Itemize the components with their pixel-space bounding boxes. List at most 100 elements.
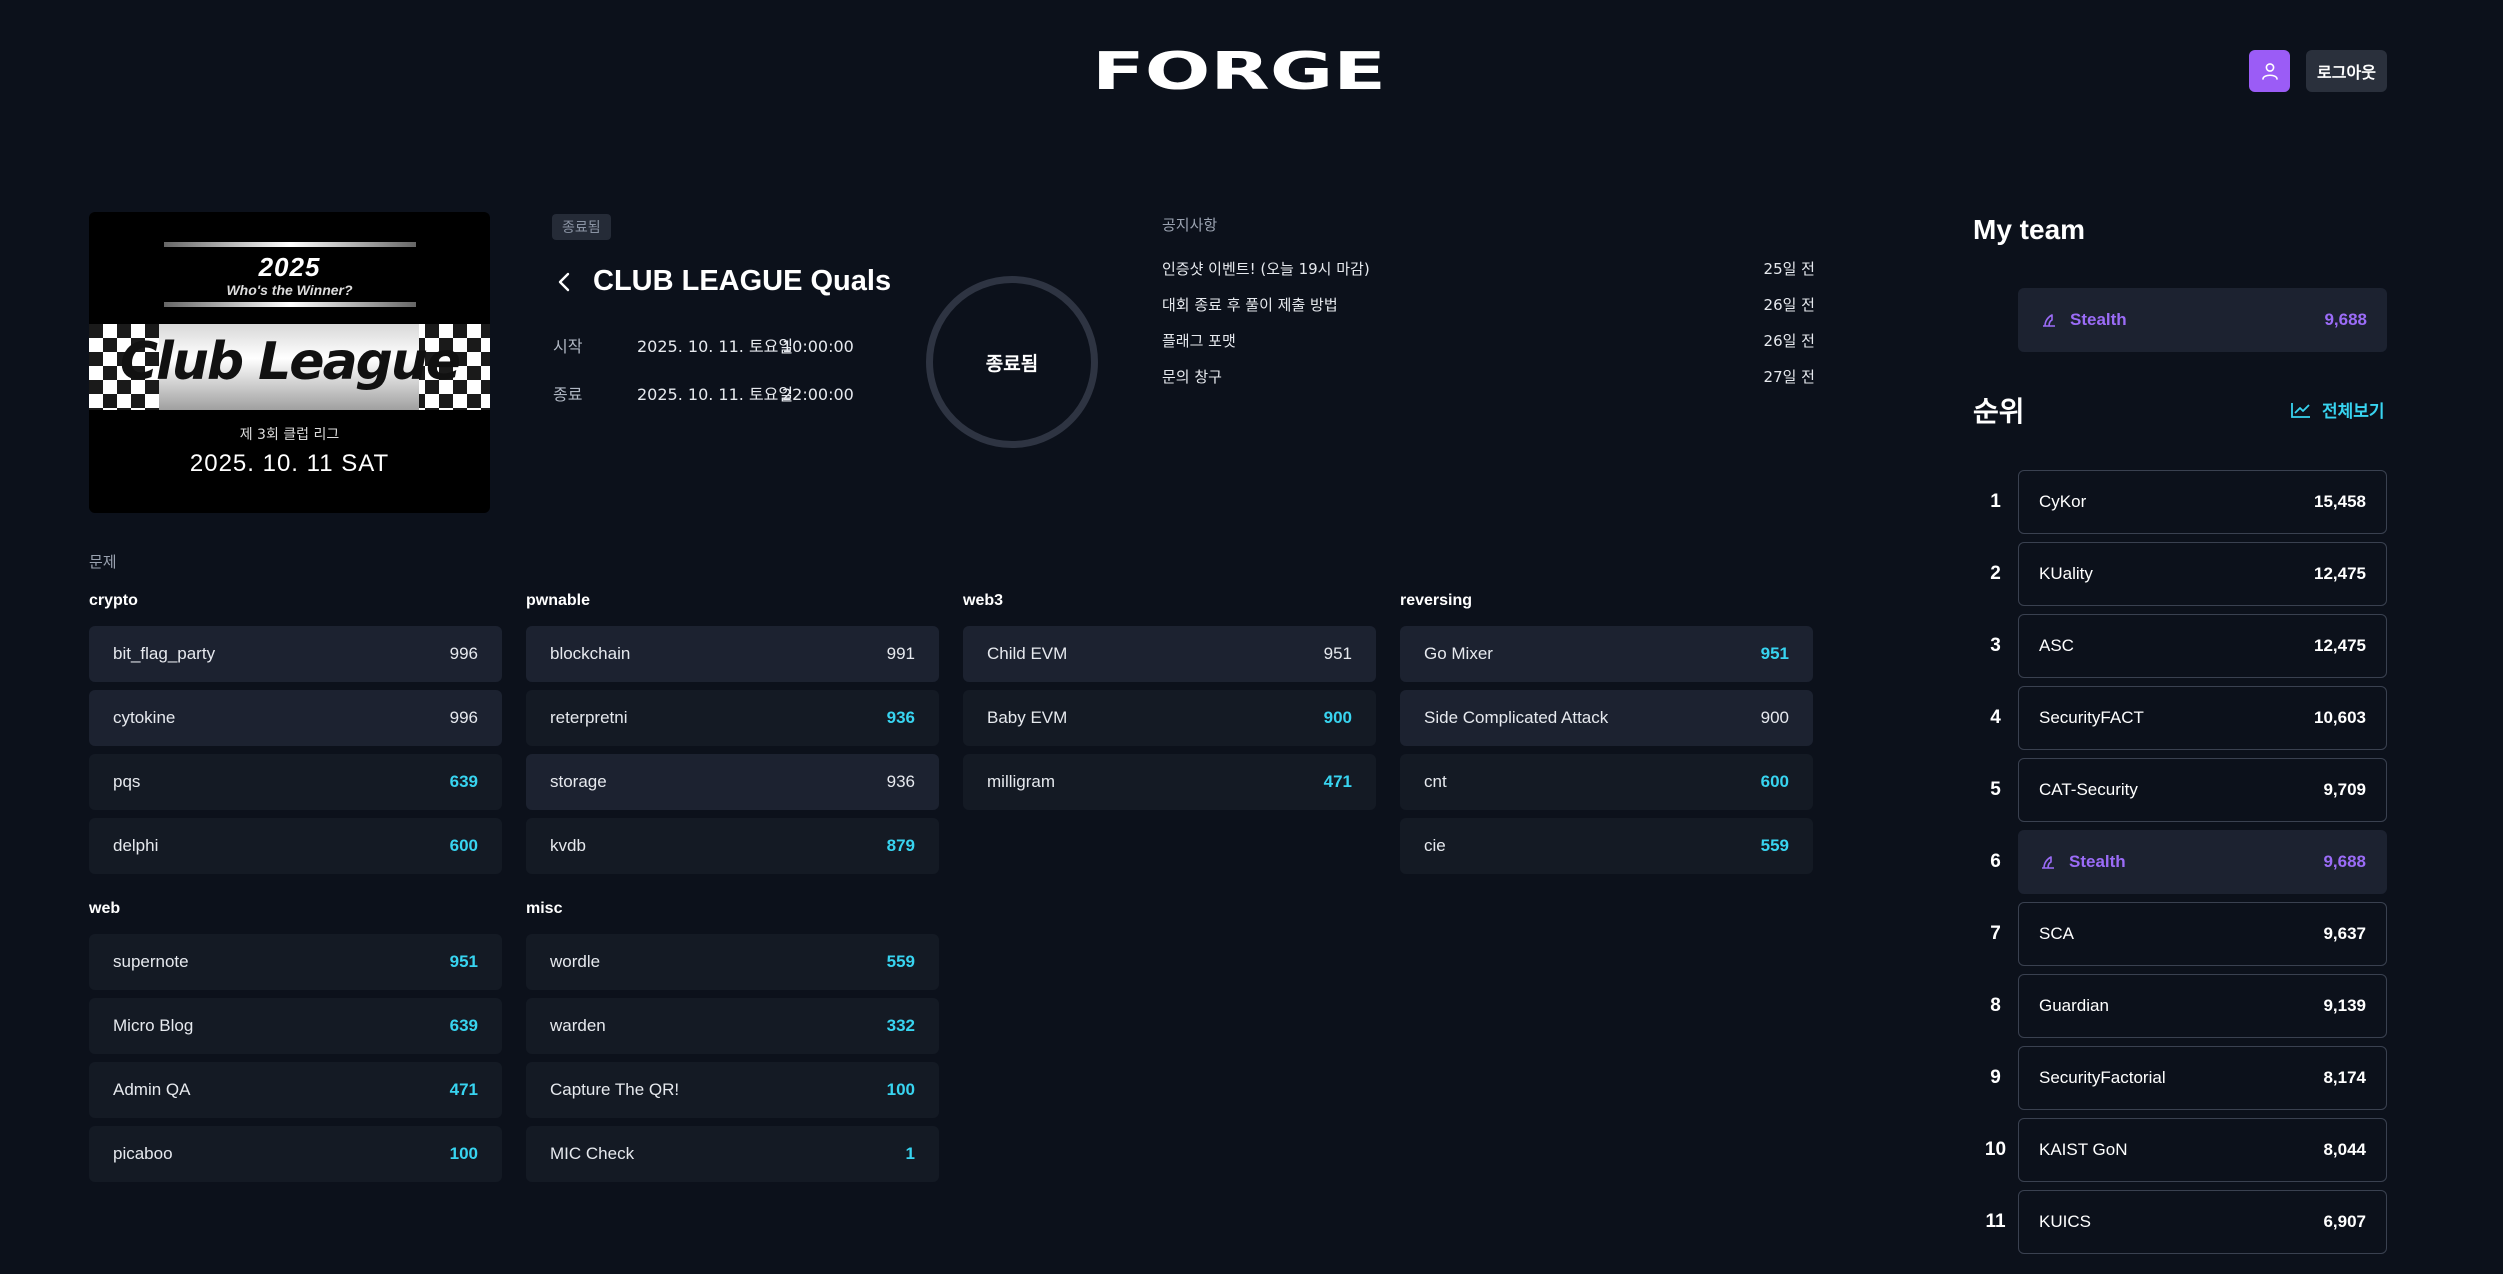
notice-item[interactable]: 인증샷 이벤트! (오늘 19시 마감) 25일 전 — [1162, 258, 1815, 294]
problem-card[interactable]: cnt 600 — [1400, 754, 1813, 810]
problem-name: blockchain — [550, 644, 631, 663]
end-label: 종료 — [553, 385, 583, 404]
rank-number: 4 — [1990, 707, 2001, 728]
ranking-card[interactable]: ASC 12,475 — [2018, 614, 2387, 678]
problem-card[interactable]: Admin QA 471 — [89, 1062, 502, 1118]
category-crypto: crypto bit_flag_party 996 cytokine 996 p… — [89, 592, 502, 882]
problem-score: 559 — [1760, 836, 1789, 855]
rank-number: 1 — [1990, 491, 2001, 512]
ranking-card[interactable]: SecurityFactorial 8,174 — [2018, 1046, 2387, 1110]
logout-button[interactable]: 로그아웃 — [2306, 50, 2387, 92]
notice-time: 26일 전 — [1763, 332, 1815, 350]
problem-name: cytokine — [113, 708, 176, 727]
notice-item[interactable]: 문의 창구 27일 전 — [1162, 366, 1815, 402]
notice-text: 대회 종료 후 풀이 제출 방법 — [1162, 296, 1338, 314]
team-name-text: CyKor — [2039, 492, 2087, 511]
problem-score: 100 — [886, 1080, 915, 1099]
problem-name: Capture The QR! — [550, 1080, 680, 1099]
problem-card[interactable]: blockchain 991 — [526, 626, 939, 682]
team-name: Stealth — [2039, 852, 2126, 872]
team-score: 15,458 — [2314, 492, 2366, 511]
problem-card[interactable]: cytokine 996 — [89, 690, 502, 746]
forge-logo[interactable]: FORGE — [1090, 50, 1388, 92]
problem-card[interactable]: supernote 951 — [89, 934, 502, 990]
problem-name: Child EVM — [987, 644, 1068, 663]
problem-name: pqs — [113, 772, 141, 791]
problem-card[interactable]: Baby EVM 900 — [963, 690, 1376, 746]
forge-logo-graphic: FORGE — [1092, 50, 1386, 92]
problem-card[interactable]: bit_flag_party 996 — [89, 626, 502, 682]
ranking-card[interactable]: SecurityFACT 10,603 — [2018, 686, 2387, 750]
ranking-card[interactable]: KUality 12,475 — [2018, 542, 2387, 606]
problem-name: bit_flag_party — [113, 644, 216, 663]
notice-text: 플래그 포맷 — [1162, 332, 1236, 350]
problem-score: 936 — [886, 708, 915, 727]
team-name-text: ASC — [2039, 636, 2074, 655]
problem-card[interactable]: storage 936 — [526, 754, 939, 810]
ranking-row: 2 KUality 12,475 — [1973, 538, 2387, 610]
ranking-row: 10 KAIST GoN 8,044 — [1973, 1114, 2387, 1186]
team-name: CAT-Security — [2039, 780, 2138, 800]
problem-name: cie — [1424, 836, 1446, 855]
team-score: 9,688 — [2323, 852, 2366, 871]
team-name-text: KUality — [2039, 564, 2093, 583]
rank-number: 6 — [1990, 851, 2001, 872]
team-score: 12,475 — [2314, 636, 2366, 655]
rank-number: 5 — [1990, 779, 2001, 800]
problem-card[interactable]: picaboo 100 — [89, 1126, 502, 1182]
notice-item[interactable]: 플래그 포맷 26일 전 — [1162, 330, 1815, 366]
problem-card[interactable]: warden 332 — [526, 998, 939, 1054]
problem-name: Micro Blog — [113, 1016, 194, 1035]
ranking-heading: 순위 — [1973, 395, 2025, 428]
poster-date: 2025. 10. 11 SAT — [189, 450, 390, 477]
ranking-card[interactable]: CAT-Security 9,709 — [2018, 758, 2387, 822]
ranking-card[interactable]: KUICS 6,907 — [2018, 1190, 2387, 1254]
category-name: reversing — [1400, 592, 1473, 609]
team-name-text: Stealth — [2069, 852, 2126, 871]
problem-score: 559 — [886, 952, 915, 971]
ranking-card[interactable]: CyKor 15,458 — [2018, 470, 2387, 534]
rank-number: 2 — [1990, 563, 2001, 584]
team-name: Guardian — [2039, 996, 2109, 1016]
ranking-card[interactable]: SCA 9,637 — [2018, 902, 2387, 966]
problems-heading: 문제 — [89, 553, 117, 571]
problem-card[interactable]: Side Complicated Attack 900 — [1400, 690, 1813, 746]
team-score: 9,637 — [2323, 924, 2366, 943]
problem-score: 900 — [1760, 708, 1789, 727]
problem-card[interactable]: milligram 471 — [963, 754, 1376, 810]
view-all-link[interactable]: 전체보기 — [2290, 397, 2385, 422]
ranking-card[interactable]: Stealth 9,688 — [2018, 830, 2387, 894]
team-name: KUality — [2039, 564, 2093, 584]
problem-card[interactable]: Capture The QR! 100 — [526, 1062, 939, 1118]
team-name-text: Guardian — [2039, 996, 2109, 1015]
problem-card[interactable]: delphi 600 — [89, 818, 502, 874]
problem-card[interactable]: Child EVM 951 — [963, 626, 1376, 682]
team-score: 6,907 — [2323, 1212, 2366, 1231]
profile-button[interactable] — [2249, 50, 2290, 92]
team-icon — [2043, 314, 2055, 327]
problem-card[interactable]: kvdb 879 — [526, 818, 939, 874]
problem-score: 600 — [449, 836, 478, 855]
team-name-text: KAIST GoN — [2039, 1140, 2128, 1159]
problem-card[interactable]: wordle 559 — [526, 934, 939, 990]
notice-time: 27일 전 — [1763, 368, 1815, 386]
notice-item[interactable]: 대회 종료 후 풀이 제출 방법 26일 전 — [1162, 294, 1815, 330]
problem-card[interactable]: cie 559 — [1400, 818, 1813, 874]
my-team-card[interactable]: Stealth 9,688 — [2018, 288, 2387, 352]
ranking-list: 1 CyKor 15,458 2 KUality 12,475 3 ASC 12… — [1973, 466, 2387, 1258]
problem-card[interactable]: Go Mixer 951 — [1400, 626, 1813, 682]
problem-name: cnt — [1424, 772, 1447, 791]
team-name: ASC — [2039, 636, 2074, 656]
ranking-card[interactable]: KAIST GoN 8,044 — [2018, 1118, 2387, 1182]
team-score: 9,139 — [2323, 996, 2366, 1015]
ranking-card[interactable]: Guardian 9,139 — [2018, 974, 2387, 1038]
problem-card[interactable]: reterpretni 936 — [526, 690, 939, 746]
back-chevron-icon[interactable] — [554, 268, 574, 296]
poster-decor-bar — [164, 302, 416, 307]
start-label: 시작 — [553, 337, 583, 356]
chart-line-icon — [2291, 402, 2310, 418]
problem-name: warden — [550, 1016, 606, 1035]
problem-card[interactable]: Micro Blog 639 — [89, 998, 502, 1054]
problem-card[interactable]: pqs 639 — [89, 754, 502, 810]
problem-card[interactable]: MIC Check 1 — [526, 1126, 939, 1182]
